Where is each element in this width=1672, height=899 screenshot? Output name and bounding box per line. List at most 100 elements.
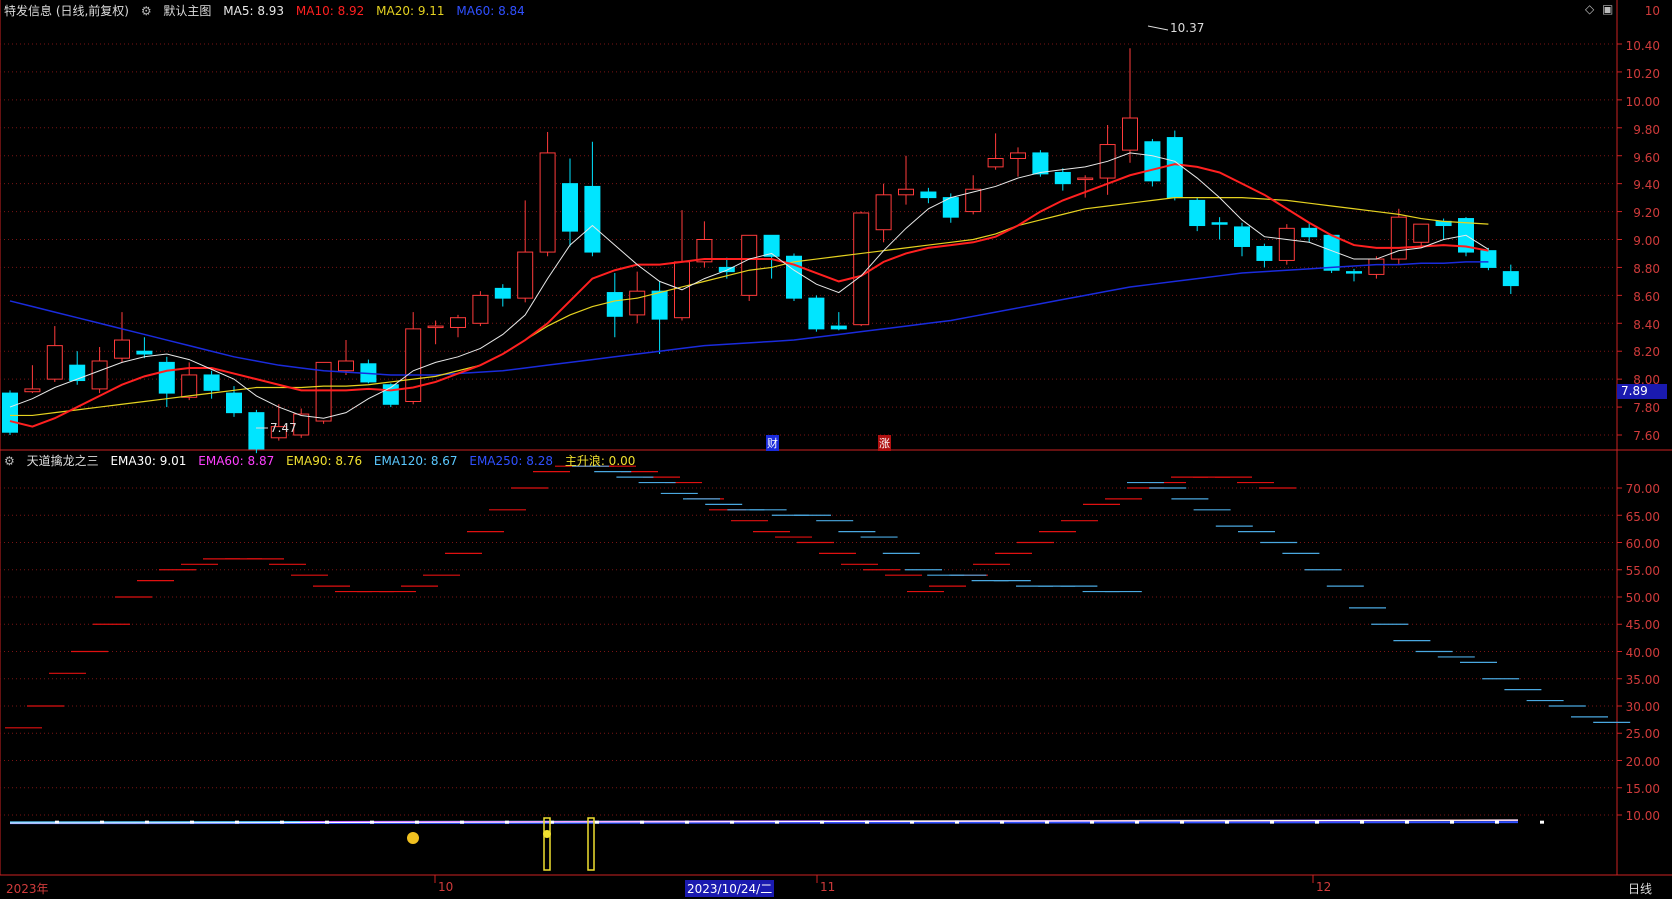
main-chart-header: 特发信息 (日线,前复权) ⚙ 默认主图 MA5: 8.93 MA10: 8.9… bbox=[4, 2, 533, 19]
price-tick: 7.80 bbox=[1633, 401, 1660, 415]
sub-tick: 10.00 bbox=[1625, 809, 1660, 823]
ema-dot bbox=[1495, 820, 1499, 824]
candle-down bbox=[1144, 141, 1161, 182]
candle-up bbox=[987, 158, 1004, 168]
candle-up bbox=[91, 360, 108, 390]
stock-title[interactable]: 特发信息 (日线,前复权) bbox=[4, 4, 129, 18]
cursor-date: 2023/10/24/二 bbox=[685, 880, 775, 897]
sub-tick: 30.00 bbox=[1625, 700, 1660, 714]
x-label-year: 2023年 bbox=[6, 882, 49, 896]
ema-dot bbox=[325, 820, 329, 824]
candle-up bbox=[1077, 177, 1094, 181]
signal-dot bbox=[543, 830, 551, 838]
candle-down bbox=[651, 290, 668, 320]
candle-up bbox=[24, 388, 41, 393]
ema-dot bbox=[460, 820, 464, 824]
ema30-value: EMA30: 9.01 bbox=[110, 454, 187, 468]
candle-down bbox=[584, 185, 601, 253]
candle-down bbox=[1166, 137, 1183, 199]
candle-up bbox=[875, 194, 892, 231]
money-bag-icon bbox=[407, 832, 419, 844]
candle-down bbox=[136, 350, 153, 355]
candle-down bbox=[606, 292, 623, 317]
candle-down bbox=[1480, 250, 1497, 268]
sub-tick: 20.00 bbox=[1625, 755, 1660, 769]
candle-up bbox=[741, 234, 758, 296]
settings-gear-icon[interactable]: ⚙ bbox=[141, 4, 152, 18]
ema-dot bbox=[1180, 820, 1184, 824]
rise-marker[interactable]: 涨 bbox=[878, 435, 891, 451]
candle-up bbox=[427, 325, 444, 329]
candle-up bbox=[898, 188, 914, 196]
candle-up bbox=[114, 339, 130, 359]
ema-dot bbox=[1540, 820, 1544, 824]
candle-up bbox=[1122, 117, 1138, 151]
ema-dot bbox=[145, 820, 149, 824]
candle-down bbox=[1054, 171, 1071, 185]
candle-down bbox=[808, 297, 825, 330]
candle-down bbox=[494, 287, 511, 299]
ma10-value: MA10: 8.92 bbox=[295, 4, 365, 18]
ema-dot bbox=[1135, 820, 1139, 824]
candle-down bbox=[1189, 199, 1206, 227]
main-chart-label[interactable]: 默认主图 bbox=[163, 4, 211, 18]
candle-down bbox=[1234, 226, 1250, 247]
ema-dot bbox=[640, 820, 644, 824]
ema-dot bbox=[280, 820, 284, 824]
candle-up bbox=[853, 212, 870, 326]
candle-up bbox=[539, 152, 556, 253]
ema-dot bbox=[55, 820, 59, 824]
indicator-name[interactable]: 天道擒龙之三 bbox=[27, 454, 99, 468]
ema120-value: EMA120: 8.67 bbox=[373, 454, 458, 468]
ema250-value: EMA250: 8.28 bbox=[469, 454, 553, 468]
candle-down bbox=[920, 191, 937, 199]
stock-chart[interactable] bbox=[0, 0, 1672, 899]
candle-down bbox=[1301, 227, 1318, 238]
diamond-icon[interactable]: ◇ bbox=[1585, 2, 1594, 16]
ema-dot bbox=[415, 820, 419, 824]
candle-down bbox=[830, 325, 847, 330]
price-tick: 9.40 bbox=[1633, 178, 1660, 192]
price-tick: 10.00 bbox=[1625, 95, 1660, 109]
period-selector[interactable]: 日线 bbox=[1628, 880, 1652, 897]
ema-dot bbox=[1045, 820, 1049, 824]
price-tick: 10.20 bbox=[1625, 67, 1660, 81]
low-annotation: 7.47 bbox=[270, 421, 297, 435]
current-price-tag: 7.89 bbox=[1617, 384, 1667, 399]
sub-tick: 70.00 bbox=[1625, 482, 1660, 496]
ema-dot bbox=[235, 820, 239, 824]
candle-down bbox=[248, 412, 265, 450]
candle-down bbox=[2, 392, 18, 433]
zoom-control-icon[interactable]: ▣ bbox=[1602, 2, 1613, 16]
candle-up bbox=[181, 374, 198, 398]
finance-marker[interactable]: 财 bbox=[766, 435, 779, 451]
ema-dot bbox=[370, 820, 374, 824]
sub-settings-gear-icon[interactable]: ⚙ bbox=[4, 454, 15, 468]
ma5-value: MA5: 8.93 bbox=[223, 4, 285, 18]
sub-tick: 35.00 bbox=[1625, 673, 1660, 687]
candle-down bbox=[562, 183, 578, 232]
candle-up bbox=[629, 290, 646, 316]
candle-up bbox=[338, 360, 354, 372]
candle-down bbox=[1256, 245, 1273, 261]
price-tick: 8.20 bbox=[1633, 345, 1660, 359]
ema-dot bbox=[1225, 820, 1229, 824]
sub-tick: 15.00 bbox=[1625, 782, 1660, 796]
candle-up bbox=[472, 294, 489, 324]
price-tick: 7.60 bbox=[1633, 429, 1660, 443]
ema-dot bbox=[190, 820, 194, 824]
ema-dot bbox=[775, 820, 779, 824]
candle-up bbox=[405, 328, 422, 402]
ma60-value: MA60: 8.84 bbox=[456, 4, 525, 18]
price-tick: 10.40 bbox=[1625, 39, 1660, 53]
main-wave-value: 主升浪: 0.00 bbox=[564, 454, 636, 468]
ema90-value: EMA90: 8.76 bbox=[286, 454, 363, 468]
ema-dot bbox=[1090, 820, 1094, 824]
candle-up bbox=[46, 345, 63, 380]
candle-down bbox=[1032, 152, 1049, 175]
candle-down bbox=[1211, 222, 1228, 225]
x-label-nov: 11 bbox=[820, 880, 836, 894]
ema-dot bbox=[865, 820, 869, 824]
sub-tick: 65.00 bbox=[1625, 510, 1660, 524]
price-tick: 8.80 bbox=[1633, 262, 1660, 276]
